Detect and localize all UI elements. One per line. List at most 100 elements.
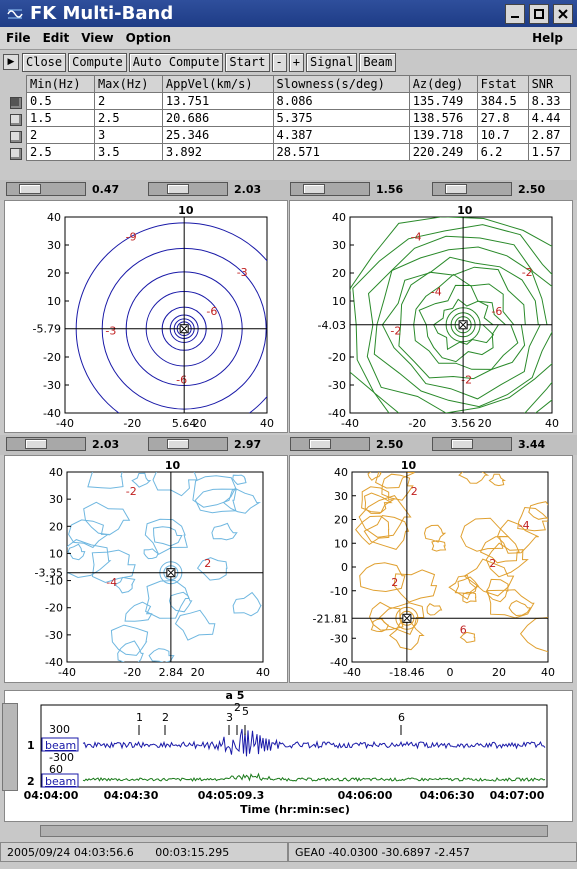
compute-button[interactable]: Compute <box>68 52 127 72</box>
band-slider[interactable] <box>290 437 370 451</box>
trace-name[interactable]: beam <box>45 775 76 788</box>
phase-marker-label[interactable]: 6 <box>398 711 405 724</box>
menu-help[interactable]: Help <box>526 31 569 45</box>
fk-plot-panel-1[interactable]: -9 -6 -3 -3 -6 10 40 30 20 10 -20 -30 -40 -5.79 -40 -20… <box>4 200 288 433</box>
table-cell: 27.8 <box>476 109 529 127</box>
phase-marker-label[interactable]: 5 <box>242 705 249 718</box>
fk-plot-panel-3[interactable]: -2 2 -4 10 40 30 20 10 -10 -20 -30 -40 -3.35 -40 -20 20… <box>4 455 288 683</box>
table-row[interactable]: 0.5 2 13.751 8.086 135.749 384.5 8.33 <box>26 92 572 110</box>
y-tick-label: 40 <box>332 211 346 224</box>
x-tick-label: -40 <box>58 666 76 679</box>
menu-file[interactable]: File <box>0 31 37 45</box>
col-header[interactable]: Min(Hz) <box>26 75 95 93</box>
col-header[interactable]: Max(Hz) <box>93 75 163 93</box>
time-tick-label: 04:07:00 <box>490 789 545 802</box>
table-cell[interactable]: 2.5 <box>26 143 95 161</box>
table-cell[interactable]: 3.5 <box>93 143 163 161</box>
band-slider[interactable] <box>432 437 512 451</box>
band-slider[interactable] <box>6 182 86 196</box>
menu-option[interactable]: Option <box>120 31 177 45</box>
expand-arrow-icon[interactable]: ▶ <box>3 54 19 70</box>
fk-contour-plot[interactable]: -22-41040302010-10-20-30-40-3.35-40 -20 20… <box>5 456 289 684</box>
window-title: FK Multi-Band <box>30 3 174 24</box>
y-tick-label: 30 <box>49 493 63 506</box>
fk-plot-panel-2[interactable]: -4 -6 -2 -2 -2 -4 10 40 30 20 10 -20 -30 -40 -4.03 -40-… <box>289 200 573 433</box>
slider-value: 2.03 <box>234 182 262 196</box>
slider-value: 3.44 <box>518 437 546 451</box>
fk-plot-panel-4[interactable]: 2 2 2 -4 6 10 40 30 20 10 0 -10 -30 -40 -21.81 -40 0 20 40… <box>289 455 573 683</box>
close-button[interactable]: Close <box>22 52 67 72</box>
slider-knob[interactable] <box>167 184 189 194</box>
beam-trace-plot[interactable]: a 51 beam2 beam300-300601 2 32 5 604:04:00 04:0… <box>5 689 574 823</box>
row-selector-1[interactable] <box>10 97 22 109</box>
x-tick-label: -40 <box>341 417 359 430</box>
table-cell: 25.346 <box>161 126 274 144</box>
band-slider[interactable] <box>432 182 512 196</box>
contour-label: -4 <box>411 231 422 244</box>
vertical-scrollbar[interactable] <box>2 703 18 791</box>
close-icon[interactable] <box>553 3 573 24</box>
band-slider[interactable] <box>148 437 228 451</box>
slider-knob[interactable] <box>451 439 473 449</box>
menu-bar: File Edit View Option Help <box>0 27 577 50</box>
slider-knob[interactable] <box>25 439 47 449</box>
table-cell[interactable]: 2 <box>26 126 95 144</box>
band-slider[interactable] <box>290 182 370 196</box>
table-row[interactable]: 2 3 25.346 4.387 139.718 10.7 2.87 <box>26 126 572 144</box>
col-header[interactable]: SNR <box>527 75 572 93</box>
y-tick-label: 30 <box>332 239 346 252</box>
fk-contour-plot[interactable]: 222-4610403020100-10-30-40-21.81-40 0 20 40… <box>290 456 574 684</box>
band-slider[interactable] <box>148 182 228 196</box>
slider-knob[interactable] <box>167 439 189 449</box>
table-header-row: Min(Hz) Max(Hz) AppVel(km/s) Slowness(s/… <box>26 75 572 93</box>
col-header[interactable]: Az(deg) <box>408 75 478 93</box>
horizontal-scrollbar[interactable] <box>40 825 548 837</box>
minimize-icon[interactable] <box>505 3 525 24</box>
table-cell[interactable]: 1.5 <box>26 109 95 127</box>
table-row[interactable]: 1.5 2.5 20.686 5.375 138.576 27.8 4.44 <box>26 109 572 127</box>
contour-label: -4 <box>431 285 442 298</box>
contour-label: -4 <box>106 576 117 589</box>
col-header[interactable]: Slowness(s/deg) <box>272 75 410 93</box>
fk-contour-plot[interactable]: -4-6-2-2-2-41040302010-20-30-40-4.03-40-… <box>290 201 574 434</box>
start-button[interactable]: Start <box>225 52 270 72</box>
top-axis-label: 10 <box>178 204 194 217</box>
auto-compute-button[interactable]: Auto Compute <box>128 52 224 72</box>
time-tick-label: 04:04:30 <box>104 789 159 802</box>
table-row[interactable]: 2.5 3.5 3.892 28.571 220.249 6.2 1.57 <box>26 143 572 161</box>
phase-marker-label[interactable]: 1 <box>136 711 143 724</box>
slider-knob[interactable] <box>19 184 41 194</box>
contour-label: 6 <box>460 624 467 637</box>
trace-waveform <box>82 772 546 782</box>
slider-knob[interactable] <box>309 439 331 449</box>
signal-button[interactable]: Signal <box>306 52 358 72</box>
table-cell[interactable]: 2.5 <box>93 109 163 127</box>
beam-button[interactable]: Beam <box>359 52 397 72</box>
y-peak-label: -4.03 <box>318 319 346 332</box>
col-header[interactable]: Fstat <box>476 75 529 93</box>
band-slider[interactable] <box>6 437 86 451</box>
plus-button[interactable]: + <box>288 52 304 72</box>
phase-marker-label[interactable]: 2 <box>162 711 169 724</box>
table-cell[interactable]: 0.5 <box>26 92 95 110</box>
col-header[interactable]: AppVel(km/s) <box>161 75 274 93</box>
row-selector-4[interactable] <box>10 148 22 160</box>
slider-value: 2.50 <box>376 437 404 451</box>
slider-knob[interactable] <box>445 184 467 194</box>
phase-marker-label[interactable]: 3 <box>226 711 233 724</box>
y-tick-label: -20 <box>45 602 63 615</box>
table-cell[interactable]: 3 <box>93 126 163 144</box>
phase-marker-label[interactable]: 2 <box>234 701 241 714</box>
x-tick-label: -20 <box>408 417 426 430</box>
minus-button[interactable]: - <box>271 52 287 72</box>
time-tick-label: 04:06:00 <box>338 789 393 802</box>
row-selector-2[interactable] <box>10 114 22 126</box>
beam-trace-panel[interactable]: a 5 1 beam 2 beam 300 -300 60 1 2 3 2 5 6 04:04:00 04:0… <box>4 689 574 823</box>
row-selector-3[interactable] <box>10 131 22 143</box>
menu-edit[interactable]: Edit <box>37 31 76 45</box>
menu-view[interactable]: View <box>75 31 119 45</box>
maximize-icon[interactable] <box>529 3 549 24</box>
fk-contour-plot[interactable]: -9-6-3-3-61040302010-20-30-40-5.79-40 -20… <box>5 201 289 434</box>
slider-knob[interactable] <box>303 184 325 194</box>
table-cell[interactable]: 2 <box>93 92 163 110</box>
